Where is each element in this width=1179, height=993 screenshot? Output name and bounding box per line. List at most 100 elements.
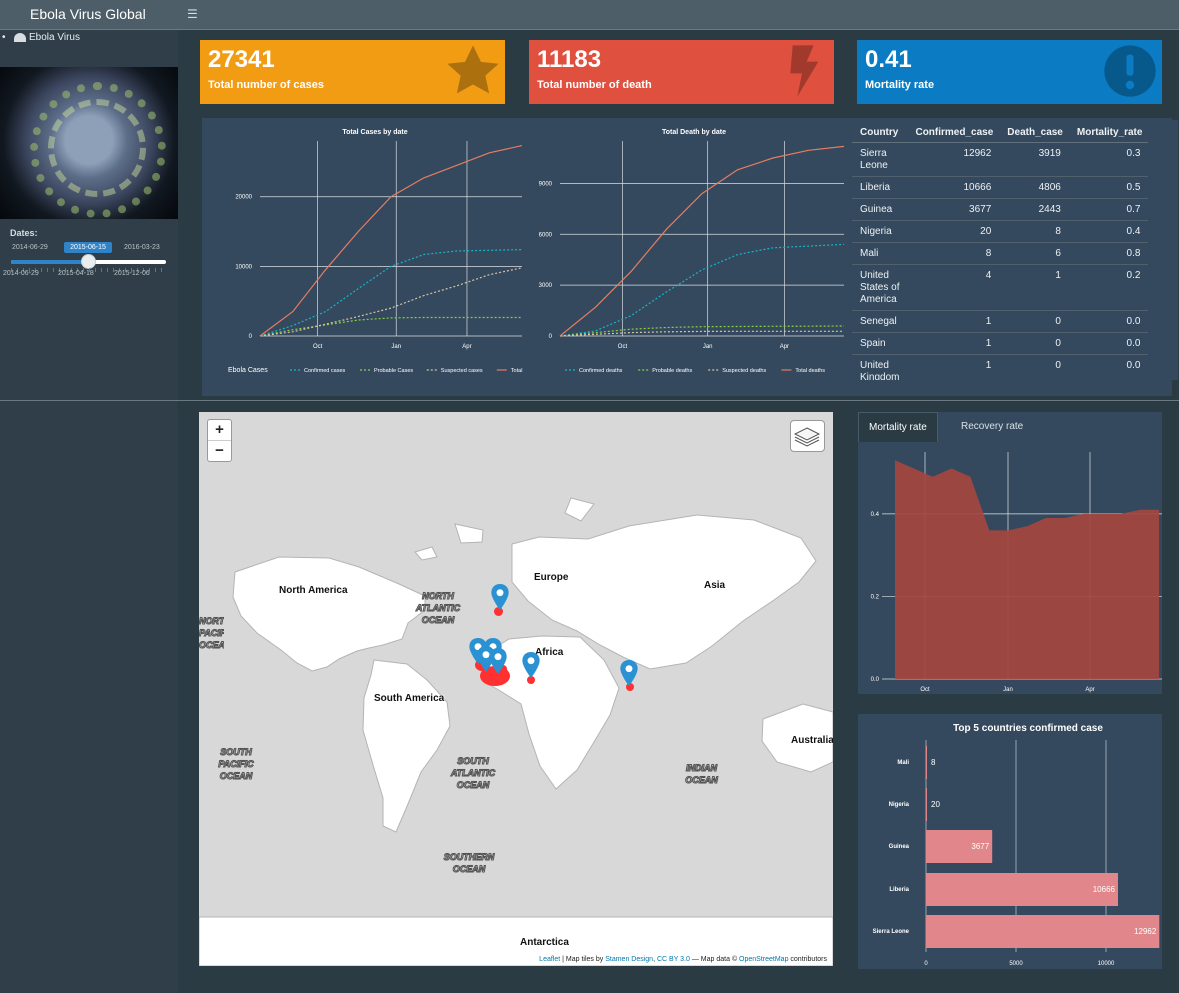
x-tick-label: Jan [391, 344, 401, 350]
slider-handle[interactable] [81, 254, 96, 269]
table-cell: 8 [907, 242, 1000, 265]
y-tick-label: 9000 [539, 181, 553, 187]
table-cell: 0 [999, 354, 1069, 380]
column-header[interactable]: Mortality_rate [1068, 120, 1149, 143]
total-cases-caption: Total number of cases [208, 79, 324, 91]
tab-mortality-rate[interactable]: Mortality rate [858, 412, 938, 442]
sidebar-toggle-icon[interactable]: ☰ [187, 7, 198, 21]
stamen-link[interactable]: Stamen Design [605, 956, 653, 963]
top5-confirmed-chart: Top 5 countries confirmed case0 5000 10000… [858, 714, 1162, 969]
star-icon [447, 45, 499, 94]
location-marker-icon[interactable] [620, 660, 638, 686]
continent-label: Antarctica [520, 937, 569, 948]
x-tick-label: Oct [920, 687, 930, 693]
slider-fill [11, 260, 89, 264]
leaflet-link[interactable]: Leaflet [539, 956, 560, 963]
bolt-icon [790, 45, 819, 97]
table-cell: Spain [852, 332, 908, 355]
column-header[interactable]: Confirmed_case [907, 120, 1000, 143]
total-deaths-value: 11183 [537, 46, 602, 73]
world-map[interactable]: North America South America Europe Afric… [199, 412, 833, 966]
chart-title: Top 5 countries confirmed case [953, 723, 1103, 734]
table-cell: Nigeria [852, 220, 908, 243]
top5-chart-panel: Top 5 countries confirmed case 0 5000 10000… [858, 714, 1162, 969]
app-header: Ebola Virus Global ☰ [0, 0, 1179, 30]
attribution-text: | Map tiles by [560, 956, 606, 963]
mortality-rate-chart: 0.0 0.2 0.4 Oct Jan Apr [858, 443, 1162, 694]
total-deaths-chart-svg: Total Death by date0300060009000Oct Jan Ap… [537, 124, 851, 380]
chart-title: Total Cases by date [342, 129, 407, 136]
legend-label: Total deaths [795, 368, 825, 374]
zoom-in-button[interactable]: + [208, 420, 231, 441]
table-cell: 4806 [999, 176, 1069, 199]
legend-label: Probable deaths [652, 368, 692, 374]
data-label: 20 [931, 800, 940, 809]
layers-icon [793, 427, 821, 447]
ocean-label: SOUTHERN OCEAN [443, 852, 495, 875]
table-cell: 0.0 [1068, 310, 1149, 333]
x-tick-label: Jan [703, 344, 713, 350]
table-cell: 2443 [999, 198, 1069, 221]
x-tick-label: Oct [618, 344, 628, 350]
data-label: 8 [931, 758, 936, 767]
total-deaths-box: 11183 Total number of death [529, 40, 834, 104]
location-marker-icon[interactable] [489, 648, 507, 674]
legend-label: Confirmed cases [304, 368, 346, 374]
y-tick-label: 3000 [539, 283, 553, 289]
table-row: Senegal 1 0 0.0 [852, 310, 1149, 333]
exclamation-icon [1104, 45, 1156, 97]
date-slider[interactable] [11, 254, 166, 269]
table-cell: Guinea [852, 198, 908, 221]
slider-min-label: 2014-06-29 [12, 244, 48, 251]
table-cell: Liberia [852, 176, 908, 199]
zoom-out-button[interactable]: − [208, 441, 231, 462]
attribution-text: contributors [788, 956, 827, 963]
location-marker-icon[interactable] [522, 652, 540, 678]
mortality-rate-box: 0.41 Mortality rate [857, 40, 1162, 104]
sidebar-item-ebola-virus[interactable]: • Ebola Virus [0, 32, 178, 46]
table-row: Spain 1 0 0.0 [852, 332, 1149, 355]
table-row: Guinea 3677 2443 0.7 [852, 198, 1149, 221]
mortality-rate-caption: Mortality rate [865, 79, 935, 91]
total-cases-chart-svg: Total Cases by date01000020000Oct Jan AprE… [220, 124, 530, 380]
ebola-virus-image [0, 67, 178, 219]
category-label: Sierra Leone [873, 929, 910, 935]
column-header[interactable]: Death_case [999, 120, 1069, 143]
layers-button[interactable] [790, 420, 825, 452]
osm-link[interactable]: OpenStreetMap [739, 956, 788, 963]
tab-recovery-rate[interactable]: Recovery rate [951, 412, 1033, 442]
y-tick-label: 0.2 [871, 594, 880, 600]
table-cell: Mali [852, 242, 908, 265]
category-label: Guinea [889, 844, 910, 850]
continent-label: Australia [791, 735, 833, 746]
slider-max-label: 2016-03-23 [124, 244, 160, 251]
category-label: Liberia [889, 887, 909, 893]
y-tick-label: 10000 [235, 264, 252, 270]
table-row: Nigeria 20 8 0.4 [852, 220, 1149, 243]
table-cell: 6 [999, 242, 1069, 265]
table-cell: 0.0 [1068, 332, 1149, 355]
data-label: 10666 [1093, 885, 1116, 894]
location-marker-icon[interactable] [491, 584, 509, 610]
table-row: United States of America 4 1 0.2 [852, 264, 1149, 311]
table-row: Sierra Leone 12962 3919 0.3 [852, 142, 1149, 177]
license-link[interactable]: CC BY 3.0 [657, 956, 690, 963]
column-header[interactable]: Country [852, 120, 908, 143]
table-cell: United Kingdom [852, 354, 908, 380]
map-attribution: Leaflet | Map tiles by Stamen Design, CC… [537, 956, 829, 963]
table-row: Liberia 10666 4806 0.5 [852, 176, 1149, 199]
chart-background [220, 124, 530, 380]
table-cell: 0 [999, 310, 1069, 333]
category-label: Mali [897, 760, 909, 766]
table-cell: 0.8 [1068, 242, 1149, 265]
sidebar: • Ebola Virus Dates: 2014-06-29 2015-06-… [0, 30, 178, 993]
y-tick-label: 0.0 [871, 677, 880, 683]
legend-label: Suspected deaths [722, 368, 766, 374]
y-tick-label: 0.4 [871, 512, 880, 518]
table-cell: 0.5 [1068, 176, 1149, 199]
dashboard-icon [14, 33, 26, 42]
category-label: Nigeria [889, 802, 910, 808]
x-tick-label: Apr [462, 344, 471, 350]
bullet-icon: • [2, 32, 6, 43]
ocean-label: INDIAN OCEAN [685, 763, 719, 786]
